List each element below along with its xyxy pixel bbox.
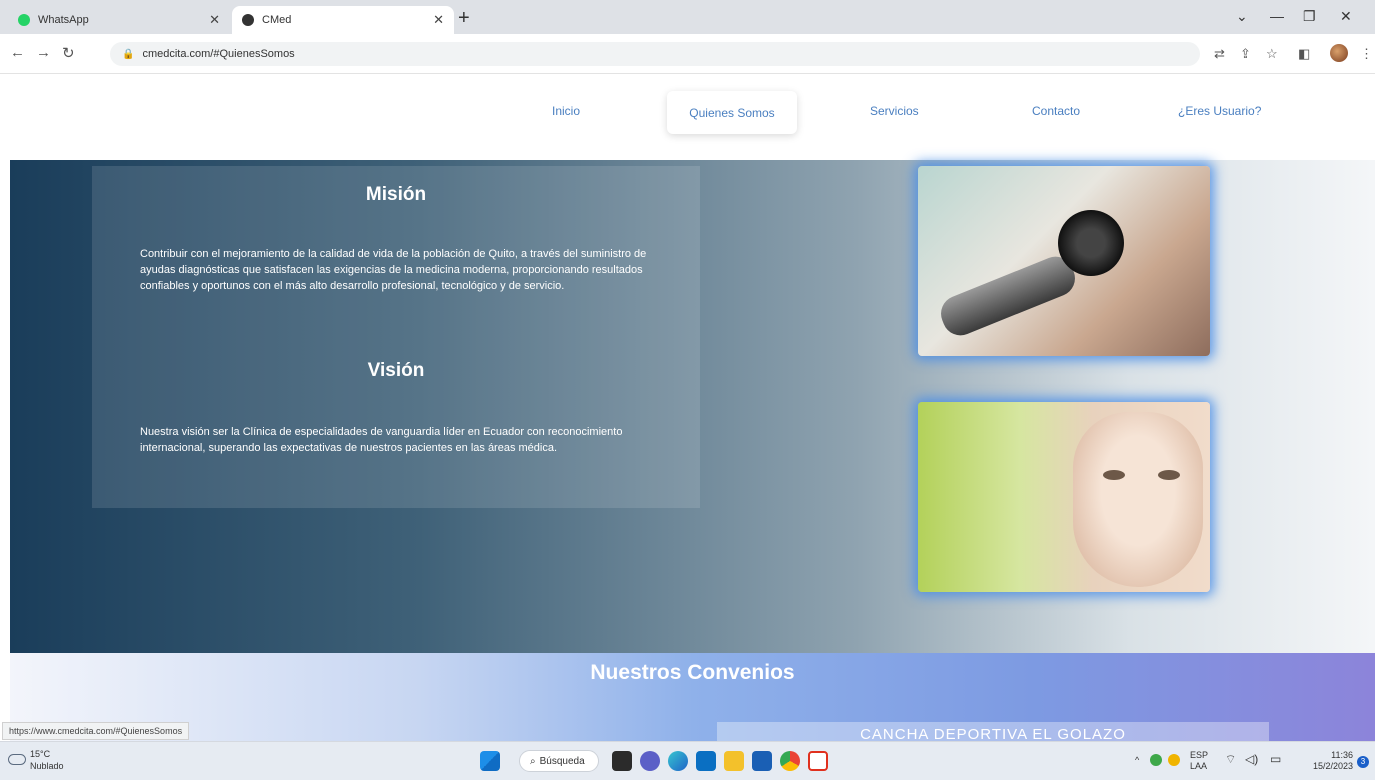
dermatoscope-lens-shape <box>1058 210 1124 276</box>
close-tab-icon[interactable]: ✕ <box>433 12 444 28</box>
acrobat-icon[interactable] <box>808 751 828 771</box>
reload-icon[interactable]: ↻ <box>62 44 75 62</box>
drive-sync-icon[interactable] <box>1150 754 1162 766</box>
os-taskbar: 15°C Nublado ⌕ Búsqueda ^ ESP LAA ⌔ ◁) ▭… <box>0 741 1375 780</box>
convenios-title: Nuestros Convenios <box>590 661 795 684</box>
weather-widget[interactable]: 15°C Nublado <box>30 748 64 772</box>
nav-servicios[interactable]: Servicios <box>870 104 919 118</box>
restore-icon[interactable]: ❐ <box>1303 8 1316 25</box>
vision-text: Nuestra visión ser la Clínica de especia… <box>140 426 623 454</box>
mission-text: Contribuir con el mejoramiento de la cal… <box>140 248 647 292</box>
tab-search-icon[interactable]: ⌄ <box>1236 8 1248 25</box>
translate-icon[interactable]: ⇄ <box>1214 46 1225 62</box>
file-explorer-icon[interactable] <box>724 751 744 771</box>
share-icon[interactable]: ⇪ <box>1240 46 1251 62</box>
weather-desc: Nublado <box>30 761 64 771</box>
volume-icon[interactable]: ◁) <box>1245 753 1258 765</box>
notification-badge[interactable]: 3 <box>1357 756 1369 768</box>
close-window-icon[interactable]: ✕ <box>1340 8 1352 25</box>
nav-eres-usuario[interactable]: ¿Eres Usuario? <box>1178 104 1261 118</box>
link-status-bubble: https://www.cmedcita.com/#QuienesSomos <box>2 722 190 740</box>
battery-icon[interactable]: ▭ <box>1270 753 1281 765</box>
clock-date: 15/2/2023 <box>1312 761 1353 771</box>
search-label: Búsqueda <box>539 755 585 767</box>
mission-vision-panel: Misión Contribuir con el mejoramiento de… <box>92 166 700 508</box>
convenio-card[interactable]: CANCHA DEPORTIVA EL GOLAZO <box>717 722 1269 741</box>
chrome-tray-icon[interactable] <box>1168 754 1180 766</box>
tab-cmed[interactable]: CMed ✕ <box>232 6 454 34</box>
vision-title: Visión <box>367 360 425 381</box>
cmed-favicon-icon <box>242 14 254 26</box>
nav-contacto[interactable]: Contacto <box>1032 104 1080 118</box>
language-indicator[interactable]: ESP LAA <box>1190 750 1208 772</box>
site-header: Inicio Quienes Somos Servicios Contacto … <box>10 74 1375 160</box>
lang-layout: LAA <box>1190 761 1208 771</box>
woman-face-photo <box>918 402 1210 592</box>
new-tab-button[interactable]: + <box>458 8 470 28</box>
wifi-icon[interactable]: ⌔ <box>1225 753 1236 765</box>
store-icon[interactable] <box>696 751 716 771</box>
convenio-card-title: CANCHA DEPORTIVA EL GOLAZO <box>860 726 1126 741</box>
forward-icon[interactable]: → <box>36 44 51 61</box>
taskbar-search[interactable]: ⌕ Búsqueda <box>519 750 599 772</box>
menu-kebab-icon[interactable]: ⋮ <box>1360 46 1373 62</box>
weather-temp: 15°C <box>30 749 51 759</box>
windows-start-icon[interactable] <box>480 751 500 771</box>
address-bar-row: ← → ↻ 🔒 cmedcita.com/#QuienesSomos ⇄ ⇪ ☆… <box>0 34 1375 74</box>
face-shape <box>1073 412 1203 587</box>
clock[interactable]: 11:36 15/2/2023 <box>1303 750 1353 772</box>
task-view-icon[interactable] <box>612 751 632 771</box>
profile-avatar[interactable] <box>1330 44 1348 62</box>
tab-whatsapp[interactable]: WhatsApp ✕ <box>8 6 230 34</box>
right-eye-shape <box>1158 470 1180 480</box>
lock-icon: 🔒 <box>122 48 135 60</box>
left-eye-shape <box>1103 470 1125 480</box>
nav-inicio[interactable]: Inicio <box>552 104 580 118</box>
search-icon: ⌕ <box>530 755 536 767</box>
bookmark-star-icon[interactable]: ☆ <box>1266 46 1278 62</box>
whatsapp-favicon-icon <box>18 14 30 26</box>
url-text: cmedcita.com/#QuienesSomos <box>142 48 295 60</box>
minimize-icon[interactable]: — <box>1270 8 1284 24</box>
lang-code: ESP <box>1190 750 1209 760</box>
edge-browser-icon[interactable] <box>668 751 688 771</box>
outlook-icon[interactable] <box>752 751 772 771</box>
url-field[interactable]: 🔒 cmedcita.com/#QuienesSomos <box>110 42 1200 66</box>
browser-tab-bar: WhatsApp ✕ CMed ✕ + ⌄ — ❐ ✕ <box>0 0 1375 34</box>
close-tab-icon[interactable]: ✕ <box>209 12 220 28</box>
side-panel-icon[interactable]: ◧ <box>1298 46 1310 62</box>
clock-time: 11:36 <box>1331 750 1353 760</box>
nav-quienes-somos[interactable]: Quienes Somos <box>667 91 797 134</box>
chrome-icon[interactable] <box>780 751 800 771</box>
convenios-section: Nuestros Convenios CANCHA DEPORTIVA EL G… <box>10 653 1375 741</box>
back-icon[interactable]: ← <box>10 44 25 61</box>
dermatology-exam-photo <box>918 166 1210 356</box>
tab-label: WhatsApp <box>38 14 89 26</box>
cloud-weather-icon <box>8 754 26 765</box>
mission-title: Misión <box>365 184 427 205</box>
about-section: Misión Contribuir con el mejoramiento de… <box>10 160 1375 653</box>
tab-label: CMed <box>262 14 292 26</box>
show-hidden-icons-icon[interactable]: ^ <box>1135 755 1139 766</box>
chat-icon[interactable] <box>640 751 660 771</box>
dermatoscope-shape <box>935 251 1081 341</box>
